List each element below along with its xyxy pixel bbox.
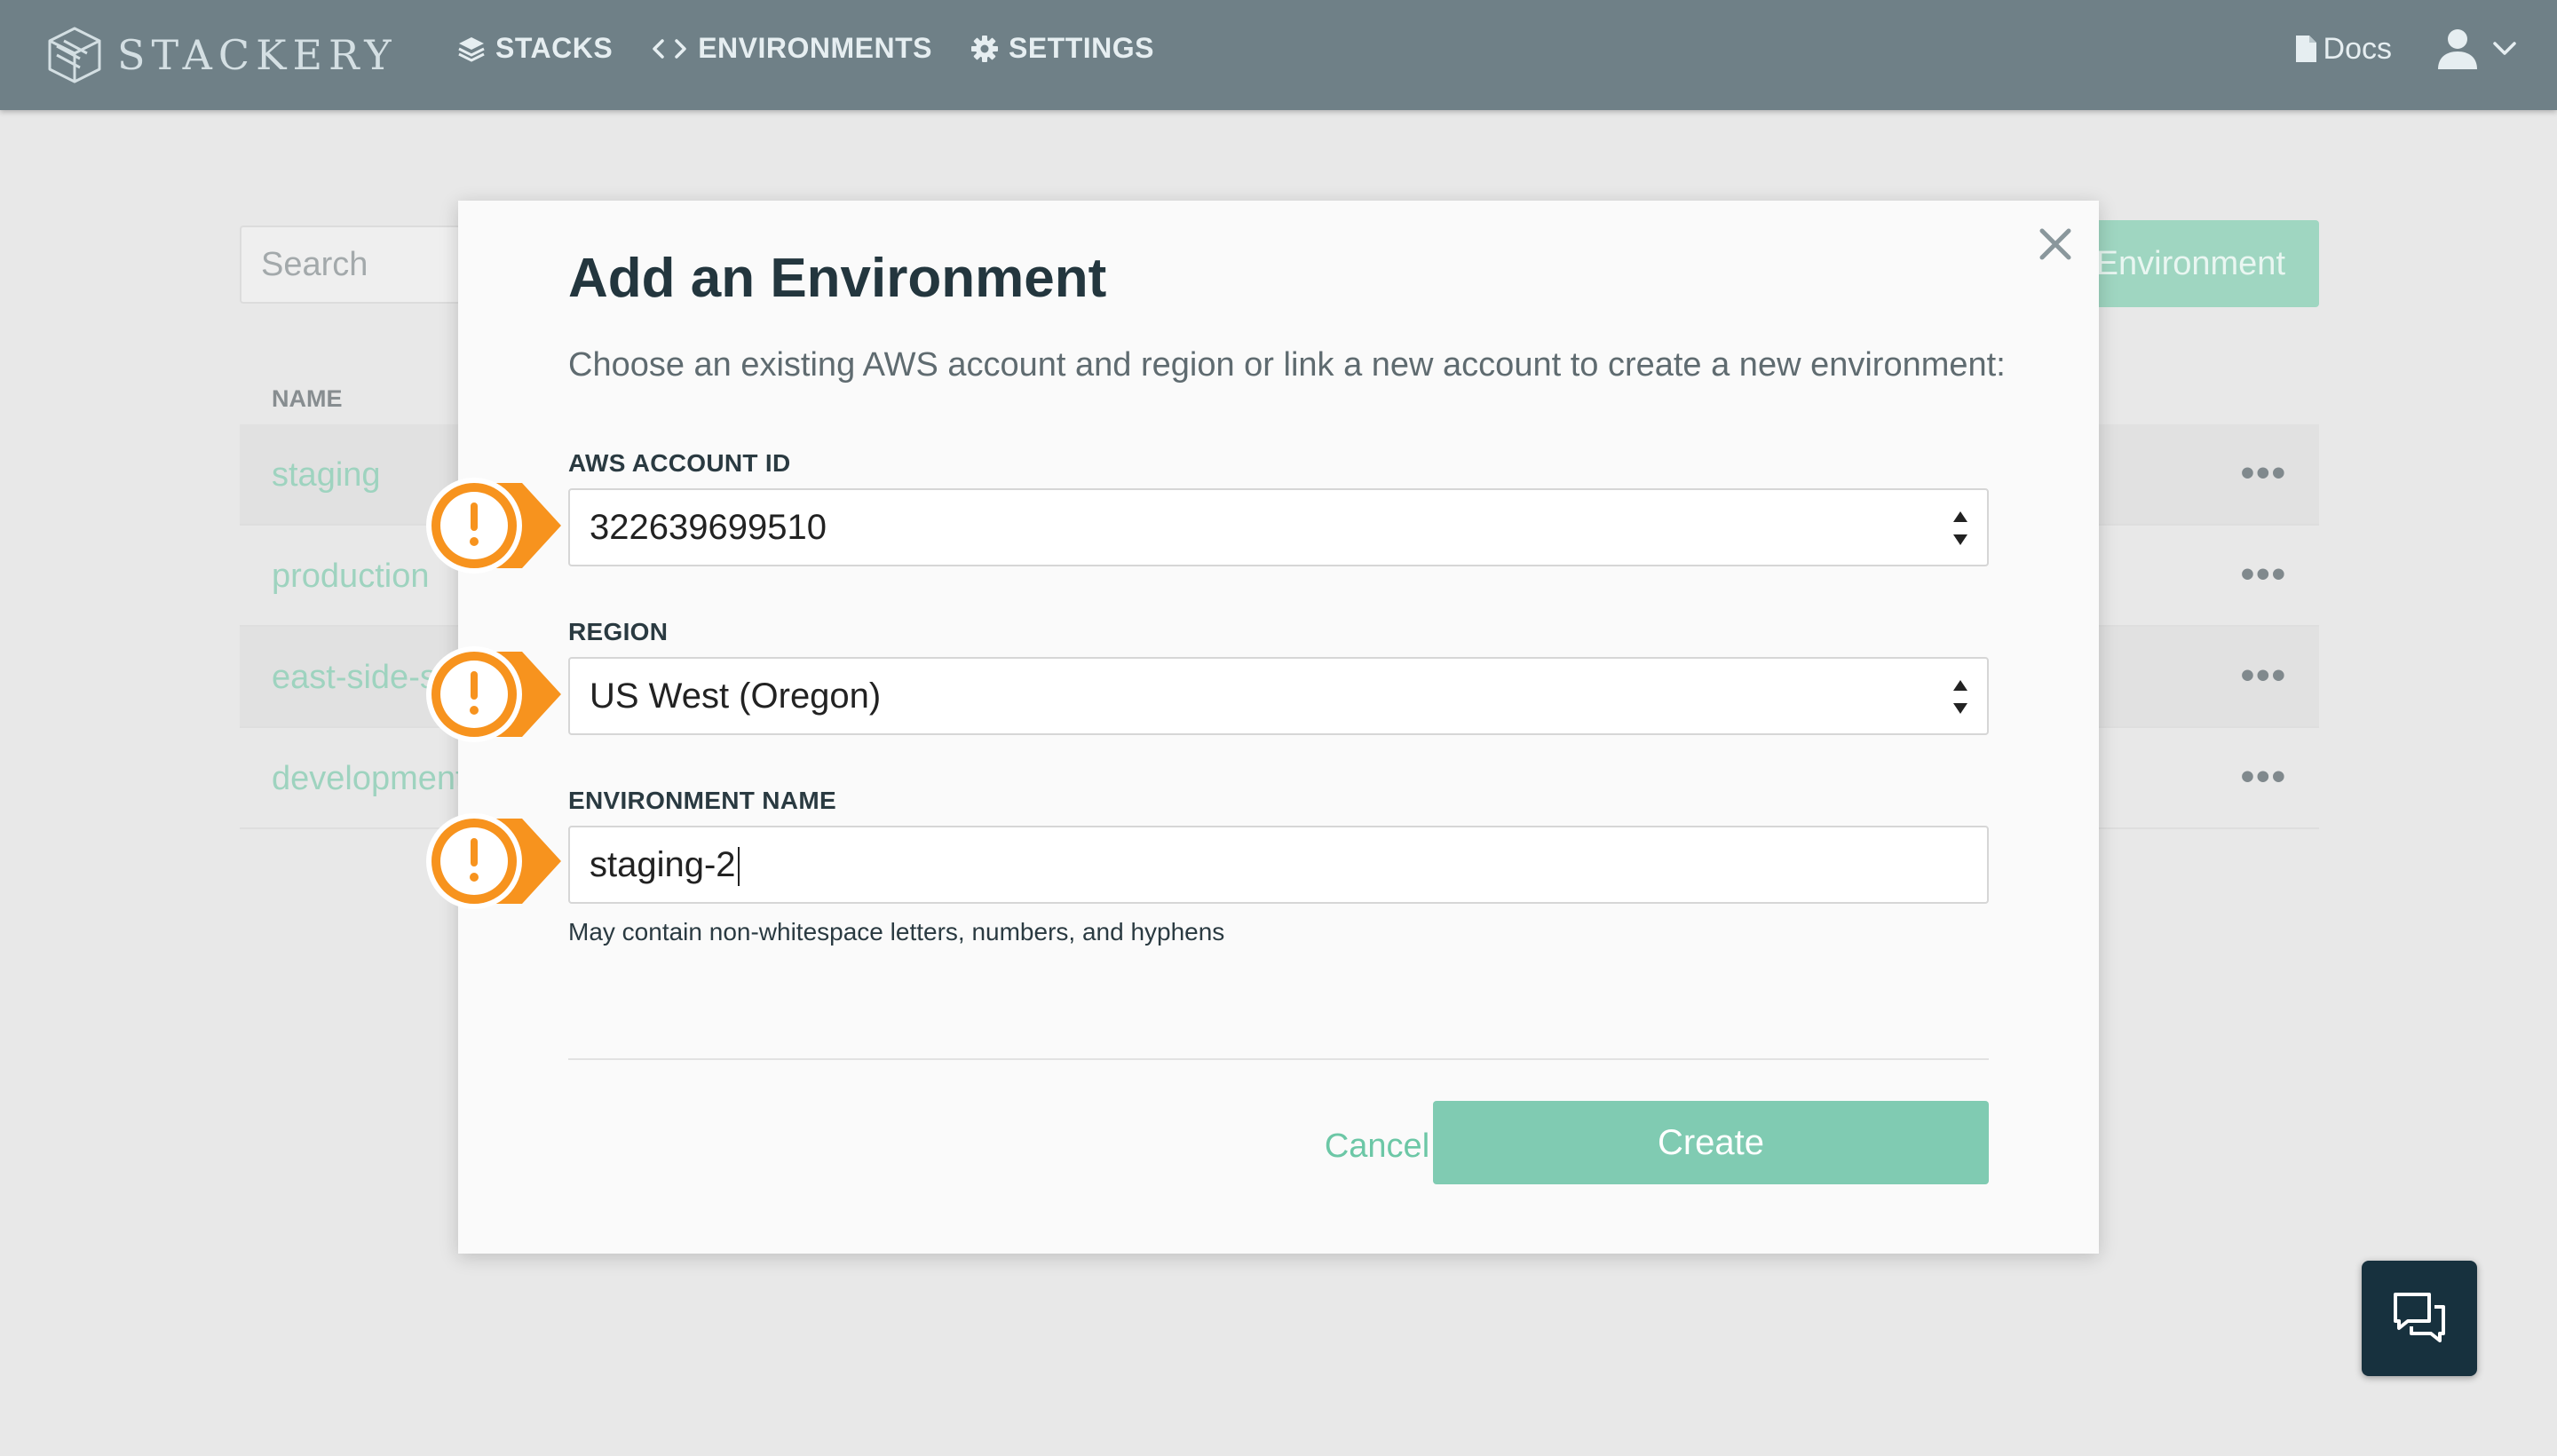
nav-environments[interactable]: ENVIRONMENTS — [650, 32, 932, 65]
environment-name-label: ENVIRONMENT NAME — [568, 787, 836, 814]
environment-name-hint: May contain non-whitespace letters, numb… — [568, 918, 1225, 946]
aws-account-value: 322639699510 — [590, 508, 827, 547]
text-caret — [737, 847, 740, 887]
nav-environments-label: ENVIRONMENTS — [698, 32, 932, 64]
nav-right: Docs — [2293, 27, 2518, 71]
chevron-down-icon — [2493, 42, 2516, 55]
stackery-logo[interactable]: STACKERY — [44, 23, 398, 87]
region-value: US West (Oregon) — [590, 677, 882, 716]
close-icon[interactable] — [2035, 224, 2076, 265]
layers-icon — [458, 36, 485, 62]
nav-stacks[interactable]: STACKS — [456, 32, 613, 65]
chat-button[interactable] — [2362, 1261, 2477, 1376]
document-icon — [2295, 36, 2316, 62]
dialog-title: Add an Environment — [568, 248, 1107, 309]
user-icon — [2438, 29, 2477, 69]
select-arrows-icon — [1953, 511, 1967, 545]
docs-link[interactable]: Docs — [2293, 32, 2392, 67]
environment-name-input[interactable]: staging-2 — [568, 826, 1989, 904]
aws-account-label: AWS ACCOUNT ID — [568, 449, 791, 477]
row-menu-icon[interactable]: ••• — [2241, 755, 2287, 799]
region-label: REGION — [568, 618, 669, 645]
nav-settings[interactable]: SETTINGS — [970, 32, 1154, 65]
warning-marker-icon — [426, 478, 561, 574]
environment-name-value: staging-2 — [590, 845, 736, 884]
select-arrows-icon — [1953, 680, 1967, 714]
main-nav: STACKS ENVIRONMENTS SETTINGS — [456, 32, 1154, 65]
row-menu-icon[interactable]: ••• — [2241, 451, 2287, 495]
aws-account-select[interactable]: 322639699510 — [568, 488, 1989, 566]
code-brackets-icon — [653, 38, 686, 59]
brand-name: STACKERY — [117, 31, 398, 79]
environment-name-link[interactable]: development — [272, 760, 465, 798]
region-select[interactable]: US West (Oregon) — [568, 657, 1989, 735]
row-menu-icon[interactable]: ••• — [2241, 552, 2287, 597]
environment-name-link[interactable]: production — [272, 558, 429, 596]
create-button[interactable]: Create — [1433, 1101, 1989, 1184]
nav-stacks-label: STACKS — [495, 32, 614, 64]
dialog-description: Choose an existing AWS account and regio… — [568, 346, 2006, 384]
top-nav-bar: STACKERY STACKS ENVIRONMENTS SETTINGS Do… — [0, 0, 2557, 110]
warning-marker-icon — [426, 646, 561, 742]
gear-icon — [970, 35, 998, 62]
name-column-header: NAME — [272, 385, 343, 412]
warning-marker-icon — [426, 813, 561, 909]
nav-settings-label: SETTINGS — [1008, 32, 1154, 64]
row-menu-icon[interactable]: ••• — [2241, 653, 2287, 698]
docs-label: Docs — [2323, 31, 2392, 66]
user-menu[interactable] — [2436, 27, 2518, 71]
environment-name-link[interactable]: east-side-s — [272, 659, 437, 697]
chat-bubbles-icon — [2394, 1293, 2445, 1342]
footer-divider — [568, 1058, 1989, 1060]
stackery-logo-icon — [48, 27, 101, 83]
environment-name-link[interactable]: staging — [272, 456, 381, 495]
add-environment-dialog: Add an Environment Choose an existing AW… — [458, 201, 2099, 1254]
